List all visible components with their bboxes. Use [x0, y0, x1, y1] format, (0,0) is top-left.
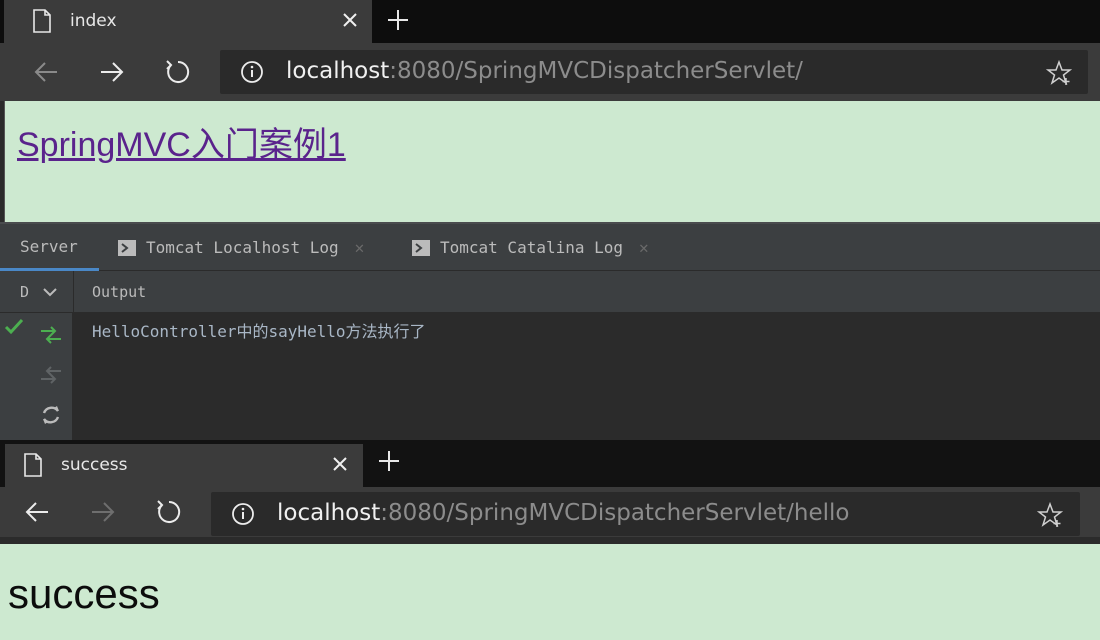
- back-arrow-icon[interactable]: [30, 56, 62, 88]
- sync-icon[interactable]: [39, 403, 63, 427]
- back-arrow-icon[interactable]: [21, 496, 53, 528]
- divider: [73, 271, 74, 313]
- close-icon[interactable]: [339, 9, 361, 31]
- close-icon[interactable]: ✕: [639, 238, 649, 257]
- browser-window-top: index localhost:8080/SpringMVCDispatcher…: [0, 0, 1100, 222]
- page-content: SpringMVC入门案例1: [4, 101, 1100, 222]
- output-log-line: HelloController中的sayHello方法执行了: [92, 322, 426, 341]
- url-host: localhost: [286, 58, 390, 84]
- plus-icon[interactable]: [376, 448, 402, 474]
- chevron-down-icon[interactable]: [42, 286, 58, 298]
- plus-icon[interactable]: [385, 7, 411, 33]
- url-path: :8080/SpringMVCDispatcherServlet/hello: [380, 500, 850, 526]
- ide-side-toolbar: [0, 313, 73, 442]
- star-icon[interactable]: [1037, 502, 1063, 528]
- page-content: success: [0, 544, 1100, 640]
- info-icon[interactable]: [231, 502, 255, 526]
- url-path: :8080/SpringMVCDispatcherServlet/: [389, 58, 803, 84]
- undeploy-icon[interactable]: [39, 363, 63, 387]
- nav-bar: localhost:8080/SpringMVCDispatcherServle…: [0, 43, 1100, 101]
- close-icon[interactable]: ✕: [355, 238, 365, 257]
- browser-window-bottom: success localhost:8080/SpringMVCDispatch…: [0, 440, 1100, 640]
- url-host: localhost: [277, 500, 381, 526]
- deployment-column-label[interactable]: D: [20, 283, 29, 301]
- deploy-icon[interactable]: [39, 323, 63, 347]
- terminal-icon: [118, 239, 136, 256]
- ide-tab-bar: Server Tomcat Localhost Log ✕ Tomcat Cat…: [0, 224, 1100, 271]
- tab-tomcat-catalina-log-label: Tomcat Catalina Log: [440, 238, 624, 257]
- tab-title: index: [70, 11, 117, 31]
- tab-strip: index: [0, 0, 1100, 43]
- tab-tomcat-localhost-log[interactable]: Tomcat Localhost Log ✕: [118, 224, 364, 271]
- terminal-icon: [412, 239, 430, 256]
- refresh-icon[interactable]: [153, 496, 185, 528]
- page-heading: success: [8, 570, 160, 617]
- tab-title: success: [61, 455, 128, 475]
- tab-server[interactable]: Server: [0, 224, 99, 271]
- forward-arrow-icon[interactable]: [96, 56, 128, 88]
- url-text[interactable]: localhost:8080/SpringMVCDispatcherServle…: [286, 58, 803, 84]
- tab-tomcat-localhost-log-label: Tomcat Localhost Log: [146, 238, 339, 257]
- nav-bar: localhost:8080/SpringMVCDispatcherServle…: [0, 487, 1100, 537]
- info-icon[interactable]: [240, 60, 264, 84]
- ide-run-panel: Server Tomcat Localhost Log ✕ Tomcat Cat…: [0, 222, 1100, 442]
- document-icon: [33, 9, 51, 33]
- close-icon[interactable]: [329, 453, 351, 475]
- forward-arrow-icon[interactable]: [87, 496, 119, 528]
- tab-success[interactable]: success: [5, 444, 363, 487]
- tab-strip: success: [0, 440, 1100, 487]
- output-column-label: Output: [92, 283, 147, 301]
- address-bar[interactable]: localhost:8080/SpringMVCDispatcherServle…: [220, 50, 1088, 94]
- tab-server-label: Server: [20, 236, 78, 256]
- refresh-icon[interactable]: [162, 56, 194, 88]
- url-text[interactable]: localhost:8080/SpringMVCDispatcherServle…: [277, 500, 849, 526]
- star-icon[interactable]: [1046, 60, 1072, 86]
- checkmark-icon: [4, 318, 24, 335]
- tab-tomcat-catalina-log[interactable]: Tomcat Catalina Log ✕: [412, 224, 649, 271]
- ide-subheader: D Output: [0, 271, 1100, 313]
- page-link[interactable]: SpringMVC入门案例1: [17, 117, 346, 166]
- tab-index[interactable]: index: [4, 0, 372, 43]
- document-icon: [24, 453, 42, 477]
- address-bar[interactable]: localhost:8080/SpringMVCDispatcherServle…: [211, 492, 1080, 536]
